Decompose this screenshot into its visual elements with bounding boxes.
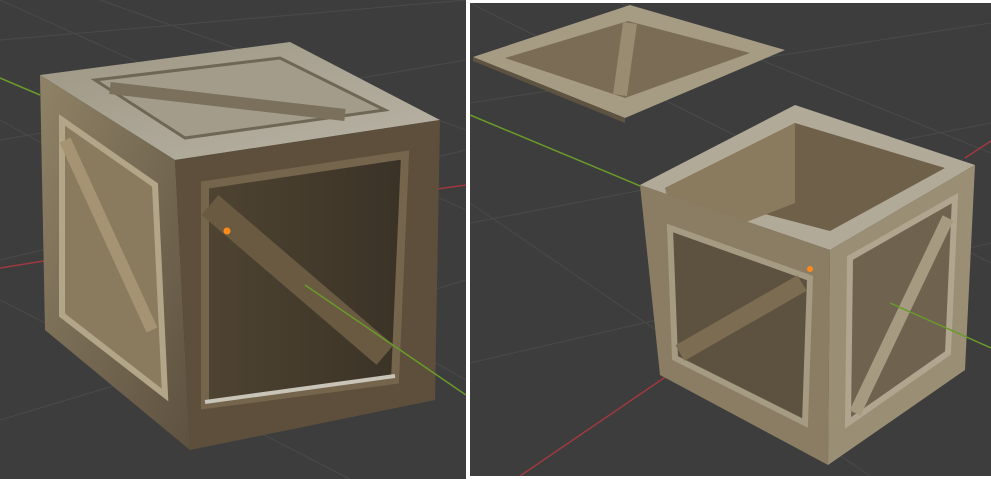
- viewport-open-crate[interactable]: [470, 3, 991, 476]
- object-origin-dot: [223, 227, 231, 235]
- viewport-scene: [470, 3, 991, 476]
- viewport-scene: [0, 0, 466, 479]
- object-origin-dot: [807, 266, 813, 272]
- viewport-closed-crate[interactable]: [0, 0, 466, 479]
